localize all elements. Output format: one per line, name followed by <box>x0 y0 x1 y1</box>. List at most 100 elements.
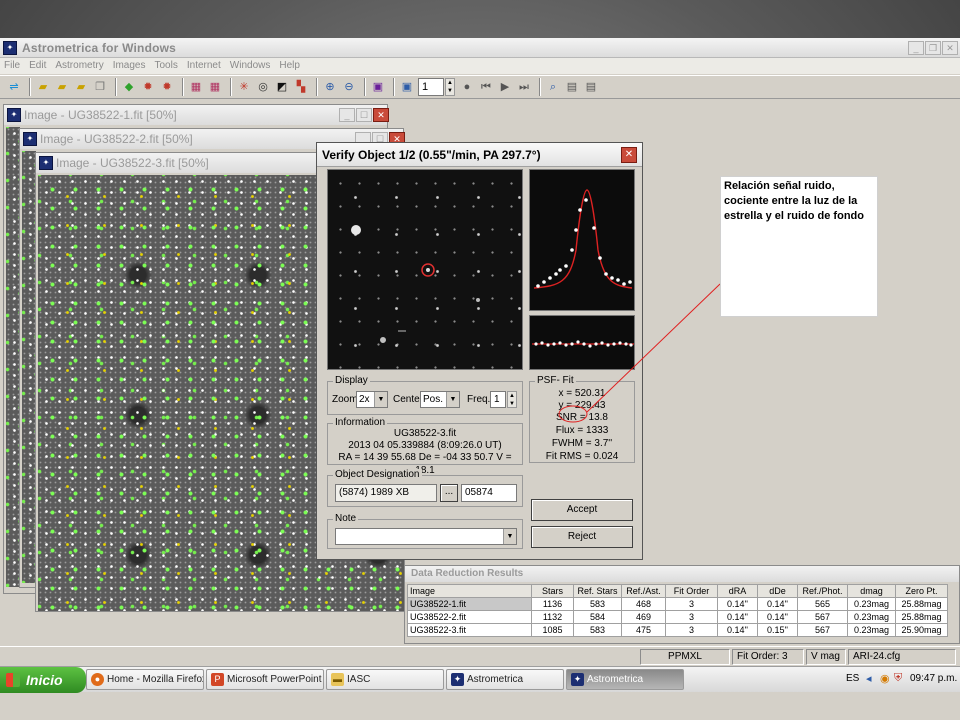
task-astrometrica-1[interactable]: ✦ Astrometrica <box>446 669 564 690</box>
column-header-dde[interactable]: dDe <box>757 584 798 598</box>
zoom-out-icon[interactable]: ⊖ <box>341 79 357 95</box>
center-select[interactable]: Pos. 2 ▼ <box>420 391 460 408</box>
taskbar: Inicio ● Home - Mozilla Firefox P Micros… <box>0 666 960 693</box>
data-reduction-title-bar[interactable]: Data Reduction Results <box>405 566 959 582</box>
data-reduction-icon[interactable]: ◆ <box>121 79 137 95</box>
verify-dialog-title-bar[interactable]: Verify Object 1/2 (0.55"/min, PA 297.7°)… <box>317 143 642 167</box>
toolbar-separator <box>182 78 184 96</box>
freq-input[interactable]: 1 <box>490 391 506 408</box>
open-folder-alt-icon[interactable]: ▰ <box>73 79 89 95</box>
frame-number-input[interactable]: 1 <box>418 78 444 96</box>
start-button[interactable]: Inicio <box>0 667 86 693</box>
information-group: Information UG38522-3.fit 2013 04 05.339… <box>327 417 523 476</box>
task-powerpoint[interactable]: P Microsoft PowerPoint ... <box>206 669 324 690</box>
start-label: Inicio <box>26 672 63 688</box>
task-astrometrica-2[interactable]: ✦ Astrometrica <box>566 669 684 690</box>
menu-internet[interactable]: Internet <box>187 58 221 74</box>
zoom-select[interactable]: 2x ▼ <box>356 391 388 408</box>
task-firefox[interactable]: ● Home - Mozilla Firefox <box>86 669 204 690</box>
minimize-button[interactable]: _ <box>908 41 924 55</box>
open-folder-icon[interactable]: ▰ <box>35 79 51 95</box>
cell-zero-pt: 25.90mag <box>895 623 948 637</box>
menu-windows[interactable]: Windows <box>230 58 271 74</box>
zoom-in-icon[interactable]: ⊕ <box>322 79 338 95</box>
menu-astrometry[interactable]: Astrometry <box>55 58 103 74</box>
clock: 09:47 p.m. <box>910 673 958 684</box>
folder-icon: ▬ <box>331 673 344 686</box>
cell-dde: 0.15'' <box>757 623 798 637</box>
tray-arrow-icon[interactable]: ◂ <box>866 672 872 685</box>
astrometrica-icon: ✦ <box>451 673 464 686</box>
designation-name-field[interactable]: (5874) 1989 XB <box>335 484 437 502</box>
column-header-stars[interactable]: Stars <box>531 584 574 598</box>
invert-icon[interactable]: ◩ <box>274 79 290 95</box>
chevron-down-icon: ▼ <box>503 529 516 544</box>
column-header-dra[interactable]: dRA <box>717 584 758 598</box>
column-header-ref-phot[interactable]: Ref./Phot. <box>797 584 848 598</box>
column-header-dmag[interactable]: dmag <box>847 584 896 598</box>
moving-object-icon[interactable]: ▦ <box>207 79 223 95</box>
menu-help[interactable]: Help <box>279 58 300 74</box>
close-button[interactable]: ✕ <box>373 108 389 122</box>
psf-gaussian-curve <box>533 189 633 289</box>
table-row[interactable]: UG38522-1.fit 1136 583 468 3 0.14'' 0.14… <box>407 597 948 611</box>
main-title-bar[interactable]: ✦ Astrometrica for Windows _ ❐ ✕ <box>0 38 960 58</box>
close-icon[interactable]: ✕ <box>621 147 637 163</box>
designation-browse-button[interactable]: ... <box>440 484 458 502</box>
verify-dialog-title: Verify Object 1/2 (0.55"/min, PA 297.7°) <box>322 148 541 162</box>
object-zoom-image[interactable] <box>327 169 523 370</box>
menu-tools[interactable]: Tools <box>155 58 178 74</box>
search-icon[interactable]: ⌕ <box>545 79 561 95</box>
image-window-1-canvas[interactable] <box>6 127 20 587</box>
frame-stepper[interactable]: ▲ ▼ <box>445 78 455 96</box>
open-images-icon[interactable]: ▰ <box>54 79 70 95</box>
cell-ref-phot: 567 <box>797 610 848 624</box>
psf-residuals-plot <box>529 315 635 370</box>
tray-security-icon[interactable]: ⛨ <box>894 672 902 685</box>
note-select[interactable]: ▼ <box>335 528 517 545</box>
freq-stepper[interactable]: ▲ ▼ <box>507 391 517 408</box>
column-header-ref-ast[interactable]: Ref./Ast. <box>621 584 666 598</box>
track-icon[interactable]: ▦ <box>188 79 204 95</box>
designation-number-field[interactable]: 05874 <box>461 484 517 502</box>
accept-button[interactable]: Accept <box>531 499 633 521</box>
copy-icon[interactable]: ❐ <box>92 79 108 95</box>
tray-shield-icon[interactable]: ◉ <box>880 672 890 685</box>
circle-icon[interactable]: ◎ <box>255 79 271 95</box>
cell-image: UG38522-1.fit <box>407 597 532 611</box>
settings-icon[interactable]: ✹ <box>159 79 175 95</box>
menu-edit[interactable]: Edit <box>29 58 46 74</box>
blink-icon[interactable]: ✳ <box>236 79 252 95</box>
skip-back-icon[interactable]: ⏮ <box>478 79 494 95</box>
table-row[interactable]: UG38522-2.fit 1132 584 469 3 0.14'' 0.14… <box>407 610 948 624</box>
column-header-fit-order[interactable]: Fit Order <box>665 584 718 598</box>
column-header-zero-pt[interactable]: Zero Pt. <box>895 584 948 598</box>
maximize-button[interactable]: ☐ <box>356 108 372 122</box>
color-icon[interactable]: ▚ <box>293 79 309 95</box>
column-header-ref-stars[interactable]: Ref. Stars <box>573 584 622 598</box>
blink-images-icon[interactable]: ▣ <box>399 79 415 95</box>
image-info-icon[interactable]: ▤ <box>564 79 580 95</box>
table-row[interactable]: UG38522-3.fit 1085 583 475 3 0.14'' 0.15… <box>407 623 948 637</box>
menu-file[interactable]: File <box>4 58 20 74</box>
cell-image: UG38522-2.fit <box>407 610 532 624</box>
minimize-button[interactable]: _ <box>339 108 355 122</box>
menu-images[interactable]: Images <box>113 58 146 74</box>
restore-button[interactable]: ❐ <box>925 41 941 55</box>
play-icon[interactable]: ▶ <box>497 79 513 95</box>
gear-icon[interactable]: ✹ <box>140 79 156 95</box>
stack-icon[interactable]: ▣ <box>370 79 386 95</box>
connect-icon[interactable]: ⇌ <box>6 79 22 95</box>
reject-button[interactable]: Reject <box>531 526 633 548</box>
report-icon[interactable]: ▤ <box>583 79 599 95</box>
skip-forward-icon[interactable]: ⏭ <box>516 79 532 95</box>
record-icon[interactable]: ● <box>459 79 475 95</box>
object-zoom-overlay <box>351 225 480 343</box>
image-window-2-canvas[interactable] <box>22 151 36 583</box>
psf-fit-rms-value: Fit RMS = 0.024 <box>545 451 619 462</box>
language-indicator[interactable]: ES <box>846 673 859 684</box>
image-window-1-title-bar[interactable]: ✦ Image - UG38522-1.fit [50%] _ ☐ ✕ <box>4 105 389 125</box>
task-iasc-folder[interactable]: ▬ IASC <box>326 669 444 690</box>
close-button[interactable]: ✕ <box>942 41 958 55</box>
column-header-image[interactable]: Image <box>407 584 532 598</box>
